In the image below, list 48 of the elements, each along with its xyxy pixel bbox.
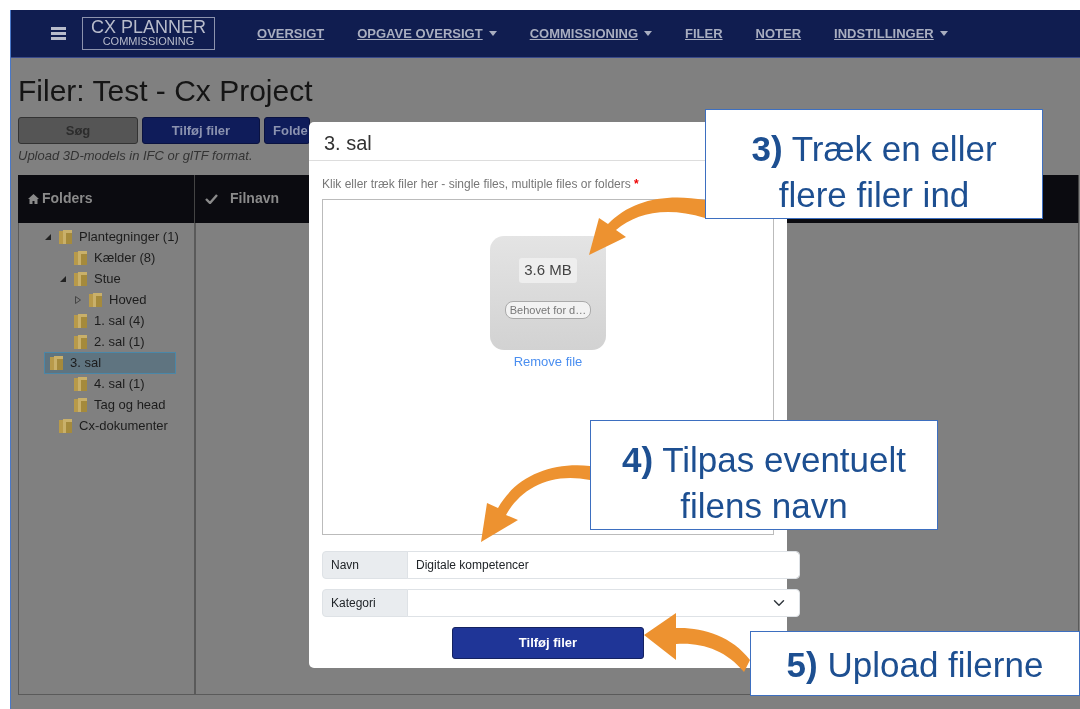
menu-icon[interactable] <box>51 27 66 40</box>
nav-link[interactable]: OPGAVE OVERSIGT <box>357 23 497 44</box>
tree-item[interactable]: Tag og head <box>69 395 166 415</box>
folder-icon <box>73 334 88 350</box>
remove-file-link[interactable]: Remove file <box>513 352 583 372</box>
nav-link[interactable]: OVERSIGT <box>257 23 325 44</box>
tree-item[interactable]: Plantegninger (1) <box>54 227 179 247</box>
folder-icon <box>58 229 73 245</box>
folder-icon <box>73 271 88 287</box>
folder-icon <box>73 376 88 392</box>
folder-icon <box>58 418 73 434</box>
callout-text: 5) Upload filerne <box>750 631 1080 696</box>
nav-link[interactable]: NOTER <box>755 23 802 44</box>
tree-item[interactable]: 3. sal <box>45 353 175 373</box>
name-field[interactable]: Digitale kompetencer <box>407 551 800 579</box>
folder-icon <box>49 355 64 371</box>
column-title: Folders <box>42 189 93 208</box>
folder-icon <box>73 313 88 329</box>
home-icon <box>28 193 39 204</box>
tree-item[interactable]: Kælder (8) <box>69 248 156 268</box>
brand-logo[interactable]: CX PLANNER COMMISSIONING <box>82 17 216 50</box>
toolbar-button[interactable]: Folde <box>264 117 310 144</box>
folder-icon <box>73 397 88 413</box>
file-name: Behovet for d… <box>504 300 592 319</box>
tree-item[interactable]: 1. sal (4) <box>69 311 145 331</box>
drop-instructions: Klik eller træk filer her - single files, multiple files or folders * <box>322 176 640 193</box>
callout-text: 3) Træk en eller flere filer ind <box>705 109 1043 219</box>
column-title: Filnavn <box>230 189 279 208</box>
tree-item[interactable]: Stue <box>69 269 121 289</box>
tree-item[interactable]: 2. sal (1) <box>69 332 145 352</box>
tree-item[interactable]: Hoved <box>84 290 147 310</box>
page-title: Filer: Test - Cx Project <box>18 73 314 109</box>
check-icon <box>205 193 218 204</box>
field-label: Kategori <box>322 589 408 617</box>
nav-link[interactable]: INDSTILLINGER <box>834 23 948 44</box>
file-size: 3.6 MB <box>519 258 577 283</box>
toolbar-button[interactable]: Tilføj filer <box>142 117 260 144</box>
callout-text: 4) Tilpas eventuelt filens navn <box>590 420 938 530</box>
add-files-button[interactable]: Tilføj filer <box>452 627 644 659</box>
upload-hint: Upload 3D-models in IFC or glTF format. <box>18 147 253 165</box>
field-label: Navn <box>322 551 408 579</box>
folder-icon <box>88 292 103 308</box>
expander-icon[interactable] <box>72 296 84 304</box>
nav-link[interactable]: COMMISSIONING <box>529 23 652 44</box>
nav-link[interactable]: FILER <box>685 23 723 44</box>
folder-icon <box>73 250 88 266</box>
tree-item[interactable]: Cx-dokumenter <box>54 416 168 436</box>
tree-item[interactable]: 4. sal (1) <box>69 374 145 394</box>
